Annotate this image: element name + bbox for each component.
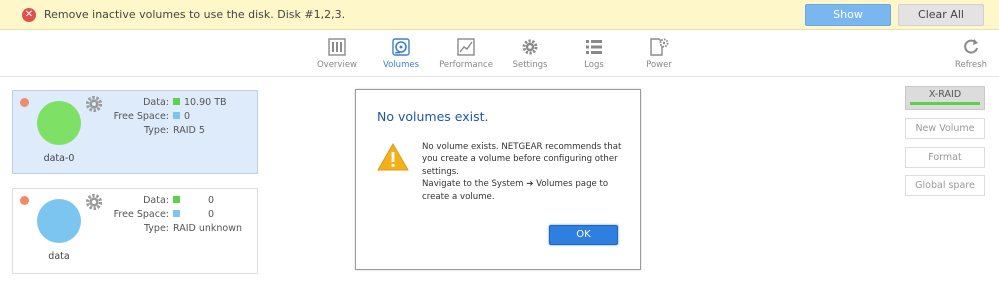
list-icon [586, 40, 602, 54]
tab-overview[interactable]: Overview [307, 37, 367, 70]
tab-settings[interactable]: Settings [500, 37, 560, 70]
format-button[interactable]: Format [905, 147, 985, 168]
type-row: Type: RAID unknown [143, 223, 243, 234]
tab-performance-label: Performance [439, 60, 493, 70]
free-space-row: Free Space: 0 [113, 209, 214, 220]
data-row: Data: 0 [143, 195, 214, 206]
refresh-icon [964, 39, 978, 54]
data-row: Data: 10.90 TB [143, 97, 227, 108]
volume-card-data-0[interactable]: Data: 10.90 TB Free Space: 0 Type: RAID 5 d… [12, 90, 258, 174]
volumes-disk-icon [392, 38, 410, 56]
dialog-message-line2: Navigate to the System ➔ Volumes page to… [422, 179, 609, 202]
show-button[interactable]: Show [805, 4, 891, 26]
volume-disk-icon [37, 101, 81, 145]
free-legend-swatch [173, 112, 180, 119]
volume-name: data [48, 251, 70, 262]
refresh-label: Refresh [954, 60, 988, 70]
type-row: Type: RAID 5 [143, 125, 205, 136]
overview-icon [328, 38, 346, 56]
dialog-message: No volume exists. NETGEAR recommends tha… [422, 141, 634, 203]
refresh-button[interactable]: Refresh [941, 37, 999, 70]
tab-power-label: Power [646, 60, 672, 70]
performance-graph-icon [457, 38, 475, 56]
error-circle-icon: ✕ [22, 8, 36, 22]
free-legend-swatch [173, 210, 180, 217]
tab-volumes[interactable]: Volumes [371, 37, 431, 70]
tab-logs[interactable]: Logs [564, 37, 624, 70]
alert-bar: ✕ Remove inactive volumes to use the dis… [0, 0, 999, 30]
gear-icon [522, 39, 538, 55]
global-spare-button[interactable]: Global spare [905, 175, 985, 196]
tab-logs-label: Logs [584, 60, 604, 70]
volume-name: data-0 [43, 153, 75, 164]
no-volumes-dialog: No volumes exist. No volume exists. NETG… [355, 89, 641, 270]
free-space-row: Free Space: 0 [113, 111, 191, 122]
status-dot [20, 196, 29, 205]
xraid-status-bar [910, 102, 980, 105]
volume-disk-icon [37, 199, 81, 243]
tab-performance[interactable]: Performance [436, 37, 496, 70]
alert-message: Remove inactive volumes to use the disk.… [44, 8, 346, 21]
clear-all-button[interactable]: Clear All [898, 4, 984, 26]
status-dot [20, 98, 29, 107]
xraid-toggle[interactable]: X-RAID [905, 86, 985, 110]
new-volume-button[interactable]: New Volume [905, 118, 985, 139]
tab-volumes-label: Volumes [382, 60, 420, 70]
data-legend-swatch [173, 196, 180, 203]
data-legend-swatch [173, 98, 180, 105]
dialog-title: No volumes exist. [377, 109, 489, 124]
ok-button[interactable]: OK [549, 225, 618, 245]
tab-power[interactable]: Power [629, 37, 689, 70]
tab-settings-label: Settings [512, 60, 548, 70]
warning-triangle-icon [377, 143, 409, 171]
power-doc-gear-icon [650, 38, 669, 56]
main-nav: Overview Volumes Performance Settings Lo… [0, 31, 999, 77]
dialog-message-line1: No volume exists. NETGEAR recommends tha… [422, 142, 622, 177]
tab-overview-label: Overview [316, 60, 358, 70]
gear-icon[interactable] [84, 192, 104, 212]
volume-card-data[interactable]: Data: 0 Free Space: 0 Type: RAID unknown da… [12, 188, 258, 274]
gear-icon[interactable] [84, 94, 104, 114]
xraid-label: X-RAID [928, 89, 962, 100]
